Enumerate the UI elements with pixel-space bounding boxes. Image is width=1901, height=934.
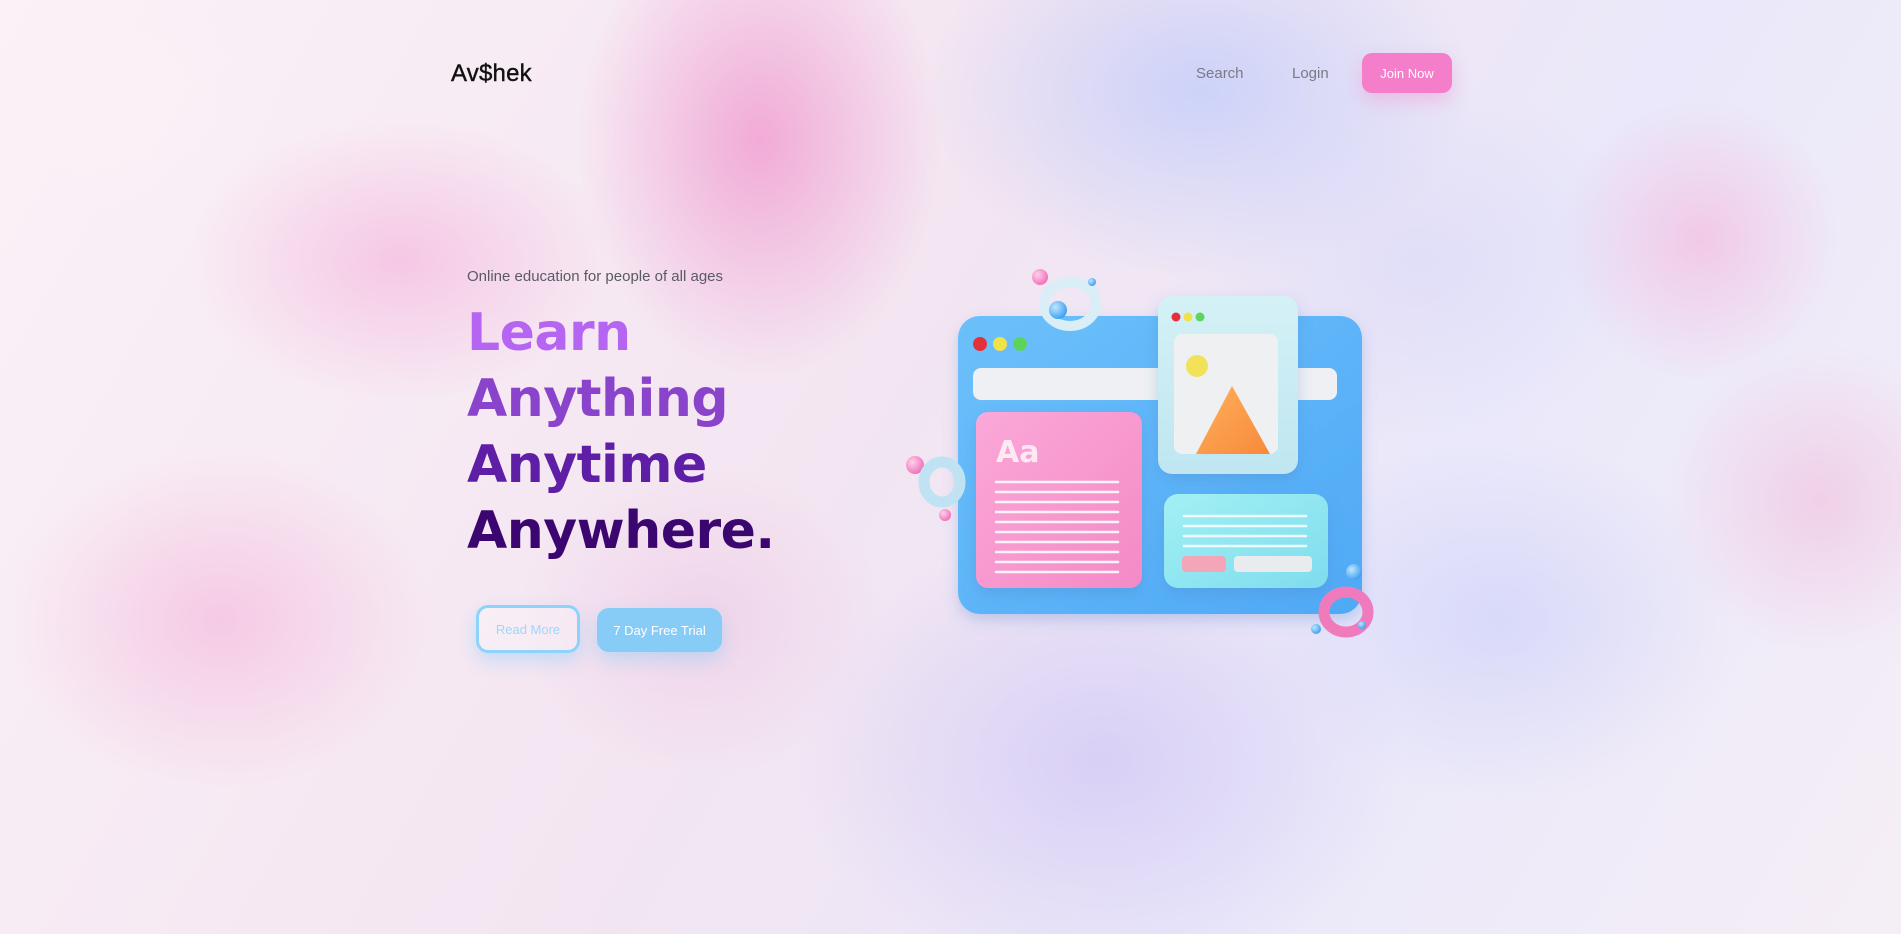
form-card-button-pink (1182, 556, 1226, 572)
browser-illustration: Aa (906, 269, 1374, 638)
form-card (1164, 494, 1328, 588)
hero-illustration: Aa (900, 260, 1380, 650)
navbar: Av$hek Search Login Join Now (451, 52, 1452, 94)
read-more-button[interactable]: Read More (476, 605, 580, 653)
free-trial-button[interactable]: 7 Day Free Trial (597, 608, 722, 652)
sphere-pink-top (1032, 269, 1048, 285)
window-dot-red (973, 337, 987, 351)
nav-link-login[interactable]: Login (1292, 65, 1329, 82)
sphere-blue-right-mini (1358, 621, 1366, 629)
sphere-blue-top (1049, 301, 1067, 319)
sun-shape (1186, 355, 1208, 377)
window-dot-yellow (993, 337, 1007, 351)
logo[interactable]: Av$hek (451, 60, 532, 88)
sphere-blue-small (1088, 278, 1096, 286)
sphere-pink-left-small (939, 509, 951, 521)
image-card-dot-yellow (1183, 312, 1193, 322)
sphere-blue-right (1346, 564, 1362, 580)
nav-link-search[interactable]: Search (1196, 65, 1244, 82)
image-card-dot-red (1171, 312, 1181, 322)
form-card-button-white (1234, 556, 1312, 572)
join-now-button[interactable]: Join Now (1362, 53, 1452, 93)
window-dot-green (1013, 337, 1027, 351)
image-card-dot-green (1195, 312, 1205, 322)
sphere-blue-right-small (1311, 624, 1321, 634)
text-card-label: Aa (996, 435, 1039, 470)
ring-left (918, 456, 966, 508)
